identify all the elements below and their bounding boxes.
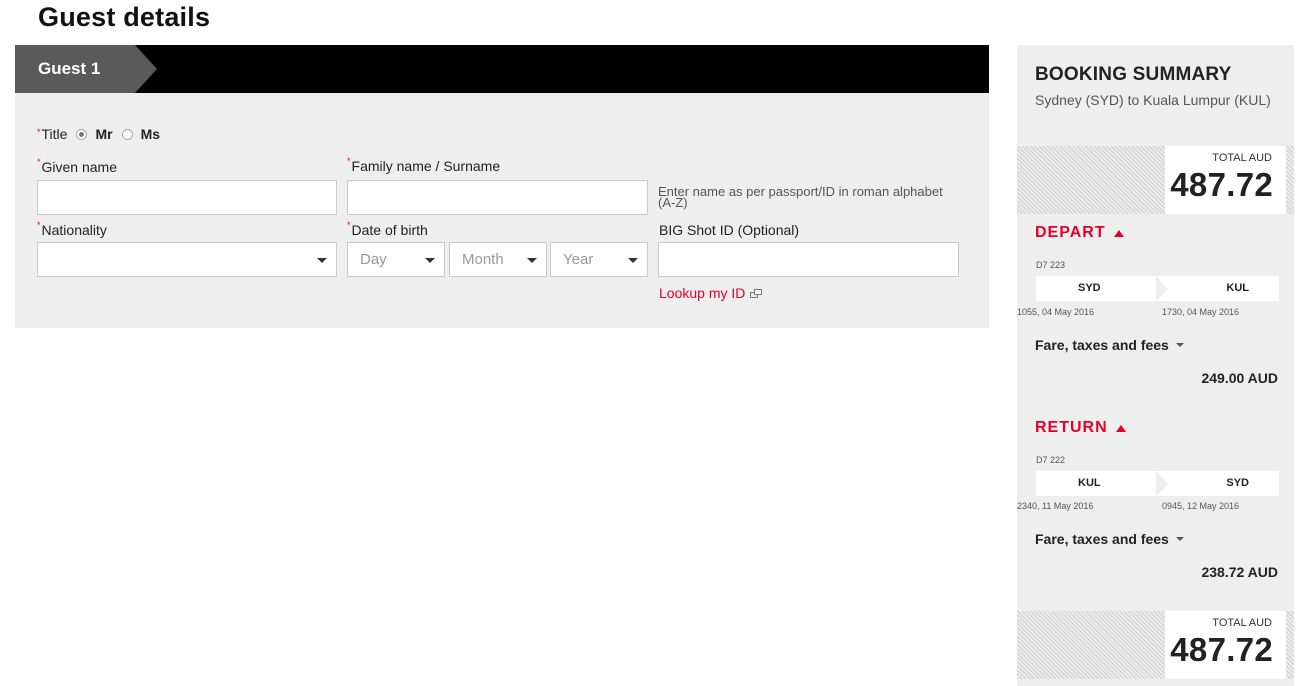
chevron-down-icon — [628, 258, 638, 263]
hatch-decoration — [1286, 146, 1294, 214]
dob-month-select[interactable]: Month — [449, 242, 547, 277]
chevron-down-icon — [1175, 343, 1184, 347]
segment-arrow — [1156, 276, 1168, 301]
title-field: * Title Mr Ms — [37, 126, 160, 142]
return-fare-toggle[interactable]: Fare, taxes and fees — [1035, 531, 1184, 547]
total-value: 487.72 — [1170, 631, 1273, 668]
return-segment-bar: KUL SYD — [1036, 471, 1279, 496]
total-label: TOTAL AUD — [1212, 152, 1272, 164]
required-marker: * — [37, 127, 41, 137]
chevron-down-icon — [527, 258, 537, 263]
hatch-decoration — [1017, 146, 1165, 214]
depart-fare-amount: 249.00 AUD — [1201, 370, 1278, 386]
return-origin: KUL — [1078, 477, 1101, 489]
caret-up-icon — [1115, 424, 1126, 432]
depart-toggle[interactable]: DEPART — [1035, 224, 1124, 242]
chevron-down-icon — [1175, 537, 1184, 541]
family-name-input[interactable] — [347, 180, 648, 215]
required-marker: * — [347, 220, 351, 230]
chevron-down-icon — [425, 258, 435, 263]
title-mr-radio[interactable] — [76, 128, 88, 140]
given-name-label: *Given name — [37, 157, 117, 175]
chevron-down-icon — [317, 258, 327, 263]
title-label: Title — [41, 126, 68, 142]
title-mr-label[interactable]: Mr — [95, 126, 112, 142]
segment-arrow — [1156, 471, 1168, 496]
guest-form-panel: Guest 1 * Title Mr Ms *Given name *Famil… — [15, 45, 989, 328]
guest-header-bar: Guest 1 — [15, 45, 989, 93]
booking-summary: BOOKING SUMMARY Sydney (SYD) to Kuala Lu… — [1017, 45, 1294, 686]
depart-segment-bar: SYD KUL — [1036, 276, 1279, 301]
page-title: Guest details — [38, 2, 211, 32]
required-marker: * — [37, 220, 41, 230]
hatch-decoration — [1017, 611, 1165, 679]
nationality-label: *Nationality — [37, 220, 107, 238]
title-ms-label[interactable]: Ms — [141, 126, 160, 142]
required-marker: * — [347, 156, 351, 166]
return-flight-number: D7 222 — [1036, 455, 1066, 465]
summary-route: Sydney (SYD) to Kuala Lumpur (KUL) — [1035, 92, 1271, 108]
external-window-icon — [750, 288, 763, 298]
total-box-top: TOTAL AUD 487.72 — [1017, 146, 1294, 214]
bigshot-id-input[interactable] — [658, 242, 959, 277]
depart-fare-toggle[interactable]: Fare, taxes and fees — [1035, 337, 1184, 353]
return-from-time: 2340, 11 May 2016 — [1017, 501, 1094, 511]
total-box-bottom: TOTAL AUD 487.72 — [1017, 611, 1294, 679]
summary-title: BOOKING SUMMARY — [1035, 64, 1232, 85]
return-destination: SYD — [1226, 477, 1249, 489]
caret-up-icon — [1113, 229, 1124, 237]
return-toggle[interactable]: RETURN — [1035, 419, 1126, 437]
depart-origin: SYD — [1078, 282, 1101, 294]
depart-from-time: 1055, 04 May 2016 — [1017, 307, 1095, 317]
guest-tab[interactable]: Guest 1 — [15, 45, 157, 93]
dob-year-select[interactable]: Year — [550, 242, 648, 277]
family-name-label: *Family name / Surname — [347, 156, 501, 174]
dob-label: *Date of birth — [347, 220, 428, 238]
total-label: TOTAL AUD — [1212, 617, 1272, 629]
lookup-id-link[interactable]: Lookup my ID — [659, 285, 763, 301]
given-name-input[interactable] — [37, 180, 337, 215]
dob-day-select[interactable]: Day — [347, 242, 445, 277]
nationality-select[interactable] — [37, 242, 337, 277]
total-value: 487.72 — [1170, 166, 1273, 203]
hatch-decoration — [1286, 611, 1294, 679]
depart-flight-number: D7 223 — [1036, 260, 1066, 270]
return-to-time: 0945, 12 May 2016 — [1162, 501, 1240, 511]
return-fare-amount: 238.72 AUD — [1201, 564, 1278, 580]
title-ms-radio[interactable] — [121, 128, 133, 140]
required-marker: * — [37, 157, 41, 167]
name-hint: Enter name as per passport/ID in roman a… — [658, 184, 943, 210]
bigshot-label: BIG Shot ID (Optional) — [659, 222, 800, 238]
depart-destination: KUL — [1226, 282, 1249, 294]
depart-to-time: 1730, 04 May 2016 — [1162, 307, 1240, 317]
